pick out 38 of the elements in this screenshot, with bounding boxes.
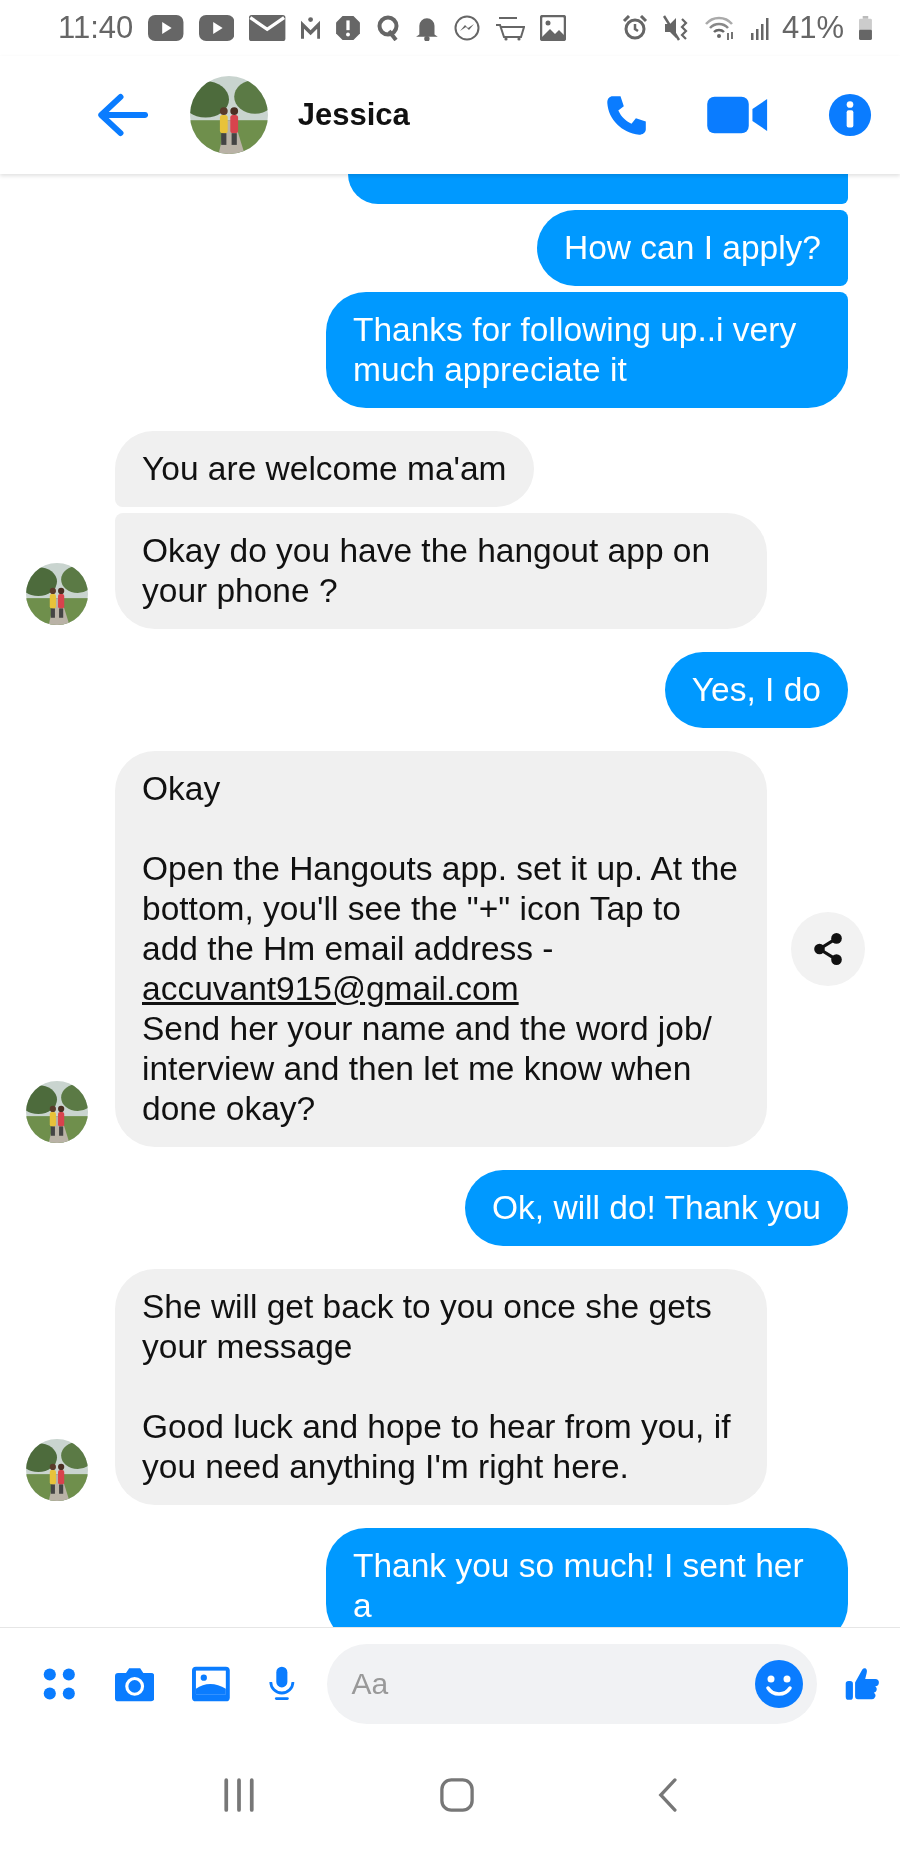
message-text: How can I apply? [564,228,821,268]
play-icon [198,15,235,41]
wifi-icon [704,15,735,41]
email-link[interactable]: accuvant915@gmail.com [142,969,740,1009]
vibrate-mute-icon [663,15,690,41]
message-text: She will get back to you once she gets your message [142,1287,713,1367]
alarm-icon [622,15,649,41]
message-text: Open the Hangouts app. set it up. At the bottom, you'll see the "+" icon Tap to add the Hm email address - accuvant915@gmail.com Send her your name and the word job/ interview and then let me know when done okay? [142,849,740,1129]
alert-icon [334,15,361,41]
message-text: Yes, I do [691,670,821,710]
phone-icon[interactable] [604,93,649,137]
back-icon[interactable] [96,93,148,137]
message-text: Ok, will do! Thank you [492,1188,821,1228]
back-icon[interactable] [657,1778,679,1812]
message-text: Good luck and hope to hear from you, if you need anything I'm right here. [142,1407,732,1487]
quote-icon [375,15,400,41]
emoji-icon[interactable] [755,1660,804,1708]
play-icon [148,15,184,41]
image-icon [539,15,566,41]
message-text: Thanks for following up..i very much appreciate it [353,310,798,390]
chat-bubble-icon [453,15,480,41]
message-text: Okay do you have the hangout app on your phone ? [142,531,712,611]
recent-apps-icon[interactable] [221,1778,256,1812]
battery-icon [859,16,872,40]
battery-percent: 41% [782,10,845,46]
bell-icon [414,15,439,41]
notification-icon [300,16,320,40]
info-icon[interactable] [828,93,872,137]
status-time: 11:40 [58,10,134,46]
cart-icon [494,15,525,41]
share-icon [812,932,844,966]
message-text: Thank you so much! I sent her a [353,1546,805,1626]
message-input[interactable]: Aa [327,1644,818,1724]
home-icon[interactable] [439,1778,474,1812]
message-text: Okay [142,769,222,809]
message-text: You are welcome ma'am [142,449,507,489]
mail-icon [249,15,286,41]
contact-name[interactable]: Jessica [297,97,410,133]
